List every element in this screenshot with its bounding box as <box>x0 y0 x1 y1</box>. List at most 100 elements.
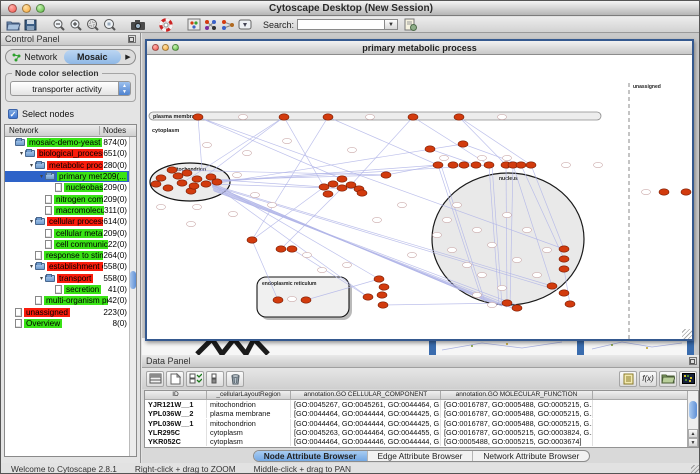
network-node[interactable] <box>374 276 384 282</box>
network-node-outline[interactable] <box>187 221 196 226</box>
tree-row[interactable]: nitrogen compo209(0) <box>5 193 136 204</box>
select-attributes-icon[interactable] <box>186 371 204 387</box>
network-node-outline[interactable] <box>193 204 202 209</box>
network-node[interactable] <box>565 301 575 307</box>
network-node-outline[interactable] <box>498 114 507 119</box>
expand-arrow-icon[interactable]: ▾ <box>38 275 45 282</box>
layout-2-icon[interactable] <box>219 17 236 32</box>
table-row[interactable]: YLR295Ccytoplasm[GO:0045263, GO:0044464,… <box>145 428 698 437</box>
network-node-outline[interactable] <box>513 257 522 262</box>
tree-header-nodes[interactable]: Nodes <box>100 126 136 135</box>
network-node-outline[interactable] <box>562 162 571 167</box>
network-node-outline[interactable] <box>463 262 472 267</box>
vizmapper-icon[interactable] <box>185 17 202 32</box>
network-node[interactable] <box>337 185 347 191</box>
network-node[interactable] <box>526 162 536 168</box>
network-node[interactable] <box>319 184 329 190</box>
zoom-fit-icon[interactable] <box>101 17 118 32</box>
network-node[interactable] <box>287 246 297 252</box>
network-node[interactable] <box>328 181 338 187</box>
network-node[interactable] <box>247 237 257 243</box>
zoom-out-icon[interactable] <box>50 17 67 32</box>
table-row[interactable]: YKR052Ccytoplasm[GO:0044464, GO:0044446,… <box>145 437 698 446</box>
network-node[interactable] <box>156 175 166 181</box>
network-node-outline[interactable] <box>408 252 417 257</box>
network-node[interactable] <box>378 302 388 308</box>
network-node-outline[interactable] <box>251 192 260 197</box>
network-node-outline[interactable] <box>453 202 462 207</box>
network-node[interactable] <box>659 189 669 195</box>
scroll-down-button[interactable]: ▼ <box>688 438 698 447</box>
import-attributes-icon[interactable] <box>659 371 677 387</box>
zoom-selected-icon[interactable] <box>84 17 101 32</box>
network-node[interactable] <box>681 189 691 195</box>
new-attribute-icon[interactable] <box>166 371 184 387</box>
network-node[interactable] <box>167 167 177 173</box>
tree-row[interactable]: response to stimulu264(0) <box>5 250 136 261</box>
expand-arrow-icon[interactable]: ▾ <box>28 218 35 225</box>
network-node[interactable] <box>379 284 389 290</box>
network-node[interactable] <box>454 114 464 120</box>
tree-row[interactable]: Overview8(0) <box>5 318 136 329</box>
network-node-outline[interactable] <box>229 211 238 216</box>
network-node-outline[interactable] <box>488 242 497 247</box>
network-node[interactable] <box>337 176 347 182</box>
network-node[interactable] <box>471 162 481 168</box>
network-node[interactable] <box>323 191 333 197</box>
network-node[interactable] <box>182 170 192 176</box>
formula-icon[interactable]: f(x) <box>639 371 657 387</box>
network-node[interactable] <box>512 305 522 311</box>
node-color-dropdown[interactable]: transporter activity ▲▼ <box>10 81 131 96</box>
network-node-outline[interactable] <box>503 212 512 217</box>
network-node[interactable] <box>276 246 286 252</box>
network-node-outline[interactable] <box>398 202 407 207</box>
network-node-outline[interactable] <box>473 292 482 297</box>
network-node[interactable] <box>559 256 569 262</box>
layout-1-icon[interactable] <box>202 17 219 32</box>
network-node[interactable] <box>433 162 443 168</box>
network-node-outline[interactable] <box>373 217 382 222</box>
network-node-outline[interactable] <box>473 227 482 232</box>
network-node-outline[interactable] <box>642 189 651 194</box>
network-node-outline[interactable] <box>243 150 252 155</box>
tree-row[interactable]: mosaic-demo-yeast874(0) <box>5 137 136 148</box>
tree-row[interactable]: ▾transport558(0) <box>5 273 136 284</box>
tab-node-attribute-browser[interactable]: Node Attribute Browser <box>254 451 368 461</box>
column-header[interactable]: annotation.GO CELLULAR_COMPONENT <box>291 391 441 399</box>
network-node-outline[interactable] <box>594 162 603 167</box>
tree-row[interactable]: cell communicat22(0) <box>5 239 136 250</box>
tree-row[interactable]: ▾primary metabo209(... <box>5 171 136 182</box>
network-node[interactable] <box>192 176 202 182</box>
network-node[interactable] <box>559 246 569 252</box>
search-input[interactable] <box>297 19 385 30</box>
network-node-outline[interactable] <box>478 272 487 277</box>
frame-resize-grip[interactable] <box>682 329 692 339</box>
attribute-columns-icon[interactable] <box>146 371 164 387</box>
network-node-outline[interactable] <box>543 247 552 252</box>
network-node[interactable] <box>516 162 526 168</box>
network-node[interactable] <box>448 162 458 168</box>
network-node-outline[interactable] <box>533 272 542 277</box>
tree-row[interactable]: nucleobase-209(0) <box>5 182 136 193</box>
expand-arrow-icon[interactable]: ▾ <box>28 263 35 270</box>
network-window-titlebar[interactable]: primary metabolic process <box>147 41 692 55</box>
column-header[interactable]: _cellularLayoutRegion <box>207 391 291 399</box>
network-node[interactable] <box>301 297 311 303</box>
network-node[interactable] <box>193 114 203 120</box>
network-node-outline[interactable] <box>498 285 507 290</box>
tree-scrollbar[interactable] <box>129 137 136 456</box>
save-session-icon[interactable] <box>22 17 39 32</box>
network-node-outline[interactable] <box>203 142 212 147</box>
annotation-icon[interactable] <box>402 17 419 32</box>
tab-overflow-button[interactable]: ▶ <box>121 53 135 61</box>
network-node[interactable] <box>459 162 469 168</box>
network-node[interactable] <box>189 183 199 189</box>
tree-row[interactable]: cellular metabo209(0) <box>5 227 136 238</box>
tab-edge-attribute-browser[interactable]: Edge Attribute Browser <box>368 451 474 461</box>
table-row[interactable]: YJR121W__1mitochondrion[GO:0045267, GO:0… <box>145 400 698 409</box>
network-node[interactable] <box>163 185 173 191</box>
network-node-outline[interactable] <box>348 147 357 152</box>
tree-row[interactable]: macromolecule311(0) <box>5 205 136 216</box>
network-node[interactable] <box>381 172 391 178</box>
open-session-icon[interactable] <box>5 17 22 32</box>
